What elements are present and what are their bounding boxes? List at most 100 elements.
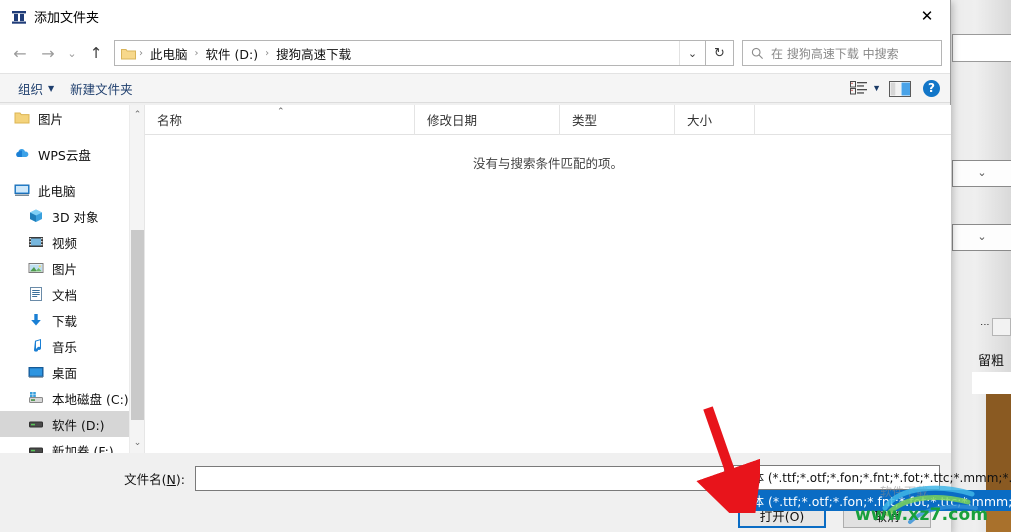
help-button[interactable]: ? <box>923 79 940 97</box>
sidebar-item-videos[interactable]: 视频 <box>0 229 144 255</box>
add-folder-dialog: 添加文件夹 ✕ ← → ⌄ ↑ › 此电脑 › 软件 (D:) › 搜狗高速下载… <box>0 0 1011 532</box>
back-icon[interactable]: ← <box>6 38 34 68</box>
organize-label: 组织 <box>18 81 44 97</box>
up-icon[interactable]: ↑ <box>82 38 110 68</box>
chevron-down-icon: ⌄ <box>977 231 987 243</box>
file-name-label-accesskey: N <box>166 471 176 487</box>
title-bar: 添加文件夹 ✕ <box>0 0 950 33</box>
breadcrumb-item-2[interactable]: 搜狗高速下载 <box>270 44 357 63</box>
folder-icon <box>121 47 136 60</box>
cloud-icon <box>14 146 30 162</box>
sidebar-item-desktop[interactable]: 桌面 <box>0 359 144 385</box>
file-list-pane: 名称 ⌃ 修改日期 类型 大小 没有与搜索条件匹配的项。 <box>145 104 951 453</box>
sort-ascending-icon: ⌃ <box>277 106 285 117</box>
sidebar-item-label: 此电脑 <box>38 183 76 199</box>
sidebar-item-3d-objects[interactable]: 3D 对象 <box>0 203 144 229</box>
column-header-label: 名称 <box>157 113 183 128</box>
background-text-field[interactable] <box>952 34 1011 62</box>
column-header-name[interactable]: 名称 ⌃ <box>145 104 415 135</box>
sidebar-item-music[interactable]: 音乐 <box>0 333 144 359</box>
sidebar-item-label: 文档 <box>52 287 78 303</box>
background-clipped-text: 留粗 <box>978 354 1005 369</box>
drive-icon <box>28 442 44 453</box>
sidebar-item-label: 桌面 <box>52 365 78 381</box>
download-icon <box>28 312 44 328</box>
annotation-arrow-icon <box>690 398 763 532</box>
video-icon <box>28 234 44 250</box>
cube-icon <box>28 208 44 224</box>
list-view-icon[interactable] <box>850 81 868 95</box>
column-header-date-modified[interactable]: 修改日期 <box>415 104 560 135</box>
sidebar-item-label: 新加卷 (F:) <box>52 443 114 454</box>
sidebar-item-wps-cloud[interactable]: WPS云盘 <box>0 141 144 167</box>
folder-yellow-icon <box>14 110 30 126</box>
background-combo-2[interactable]: ⌄ <box>952 224 1011 251</box>
sidebar-item-documents[interactable]: 文档 <box>0 281 144 307</box>
navigation-bar: ← → ⌄ ↑ › 此电脑 › 软件 (D:) › 搜狗高速下载 ⌄ ↻ 在 搜… <box>0 33 950 73</box>
background-grip-dots: ⋮ <box>980 320 990 329</box>
empty-list-message: 没有与搜索条件匹配的项。 <box>472 156 623 171</box>
breadcrumb: › 此电脑 › 软件 (D:) › 搜狗高速下载 <box>138 44 679 63</box>
recent-locations-icon[interactable]: ⌄ <box>62 38 82 68</box>
search-icon <box>751 47 764 60</box>
organize-button[interactable]: 组织 ▼ <box>10 76 62 100</box>
forward-icon[interactable]: → <box>34 38 62 68</box>
sidebar-item-new-volume-f[interactable]: 新加卷 (F:) <box>0 437 144 453</box>
command-bar: 组织 ▼ 新建文件夹 ▼ ? <box>0 73 950 103</box>
address-bar[interactable]: › 此电脑 › 软件 (D:) › 搜狗高速下载 ⌄ <box>114 40 706 66</box>
sidebar-item-downloads[interactable]: 下载 <box>0 307 144 333</box>
sidebar-item-label: 音乐 <box>52 339 78 355</box>
system-drive-icon <box>28 390 44 406</box>
close-icon[interactable]: ✕ <box>904 0 950 32</box>
scrollbar-thumb[interactable] <box>131 230 144 420</box>
scroll-down-icon[interactable]: ⌄ <box>130 435 144 451</box>
watermark-text: www.xz7.com <box>855 505 989 525</box>
sidebar-item-label: WPS云盘 <box>38 147 91 163</box>
screen: ⌄ ⌄ ⋮ 留粗 添加文件夹 ✕ ← → ⌄ ↑ › 此电脑 › 软件 (D:)… <box>0 0 1011 532</box>
view-chevron-down-icon[interactable]: ▼ <box>872 83 881 93</box>
window-title: 添加文件夹 <box>34 11 100 26</box>
sidebar-item-software-d[interactable]: 软件 (D:) <box>0 411 144 437</box>
refresh-icon[interactable]: ↻ <box>706 40 734 66</box>
sidebar-scrollbar[interactable]: ⌃ ⌄ <box>129 105 144 453</box>
file-name-input[interactable] <box>195 465 725 491</box>
sidebar-item-label: 下载 <box>52 313 78 329</box>
chevron-down-icon: ▼ <box>48 83 55 93</box>
document-icon <box>28 286 44 302</box>
sidebar-item-pictures-quick[interactable]: 图片 <box>0 105 144 131</box>
sidebar-item-label: 软件 (D:) <box>52 417 105 433</box>
sidebar-item-this-pc[interactable]: 此电脑 <box>0 177 144 203</box>
app-icon <box>10 8 28 26</box>
address-chevron-down-icon[interactable]: ⌄ <box>679 41 705 65</box>
sidebar-item-label: 3D 对象 <box>52 209 99 225</box>
picture-icon <box>28 260 44 276</box>
background-combo-1[interactable]: ⌄ <box>952 160 1011 187</box>
background-white-strip <box>972 372 1011 394</box>
computer-icon <box>14 182 30 198</box>
background-small-box[interactable] <box>992 318 1011 336</box>
scroll-up-icon[interactable]: ⌃ <box>130 107 144 123</box>
breadcrumb-item-1[interactable]: 软件 (D:) <box>200 44 265 63</box>
breadcrumb-item-0[interactable]: 此电脑 <box>144 44 194 63</box>
dialog-body: 图片 WPS云盘 此电脑 3D 对象 视频 图片 文档 下载 音乐 桌面 本地磁… <box>0 104 951 453</box>
chevron-down-icon: ⌄ <box>977 167 987 179</box>
search-box[interactable]: 在 搜狗高速下载 中搜索 <box>742 40 942 66</box>
column-header-type[interactable]: 类型 <box>560 104 675 135</box>
column-header-row: 名称 ⌃ 修改日期 类型 大小 <box>145 104 951 135</box>
column-header-size[interactable]: 大小 <box>675 104 755 135</box>
sidebar-item-label: 本地磁盘 (C:) <box>52 391 129 407</box>
sidebar-item-local-disk-c[interactable]: 本地磁盘 (C:) <box>0 385 144 411</box>
file-name-label-suffix: ): <box>175 471 185 487</box>
preview-pane-icon[interactable] <box>889 80 911 97</box>
search-input[interactable]: 在 搜狗高速下载 中搜索 <box>771 45 899 62</box>
sidebar-item-pictures[interactable]: 图片 <box>0 255 144 281</box>
sidebar-item-label: 图片 <box>52 261 78 277</box>
new-folder-button[interactable]: 新建文件夹 <box>62 76 141 100</box>
file-name-label-prefix: 文件名( <box>124 471 167 487</box>
desktop-icon <box>28 364 44 380</box>
drive-icon <box>28 416 44 432</box>
sidebar-item-label: 视频 <box>52 235 78 251</box>
navigation-pane: 图片 WPS云盘 此电脑 3D 对象 视频 图片 文档 下载 音乐 桌面 本地磁… <box>0 105 145 453</box>
sidebar-item-label: 图片 <box>38 111 64 127</box>
file-name-label: 文件名(N): <box>0 469 195 488</box>
